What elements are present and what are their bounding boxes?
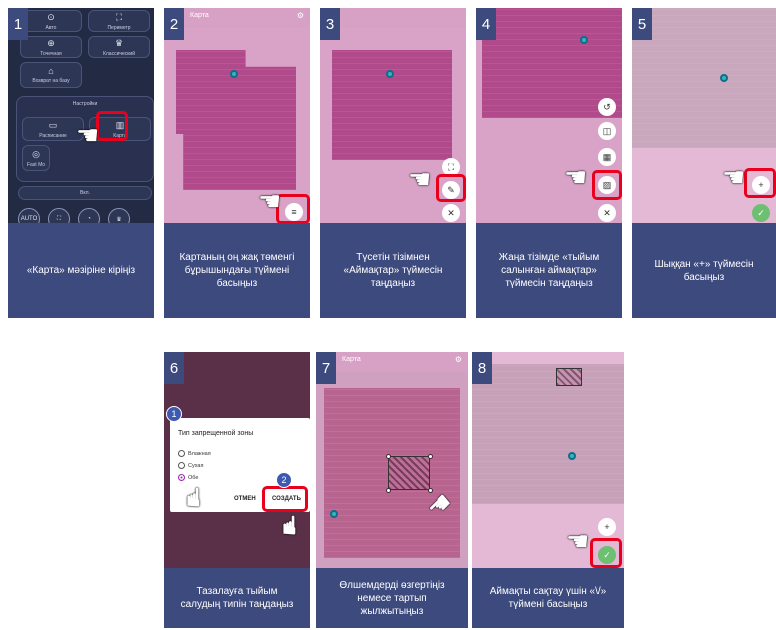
undo-icon[interactable]: ↺ — [598, 98, 616, 116]
close-icon[interactable]: ✕ — [442, 204, 460, 222]
step-4-screenshot: 4 ↺ ◫ ▦ ▨ ✕ ☚ — [476, 8, 622, 223]
pointing-hand-icon: ☚ — [564, 162, 588, 192]
option-both[interactable]: Обе — [178, 474, 198, 481]
no-go-zone — [556, 368, 582, 386]
map-header: Карта ⚙ — [164, 8, 310, 28]
on-toggle[interactable]: Вкл. — [18, 186, 152, 200]
step-5: 5 + ✓ ☚ Шыққан «+» түймесін басыңыз — [632, 8, 776, 318]
classic-mode-icon[interactable]: ♛ — [108, 208, 130, 223]
tile-classic[interactable]: ♛ Классический — [88, 36, 150, 58]
floor-map — [332, 50, 452, 160]
resize-handle[interactable] — [386, 454, 391, 459]
step-number: 8 — [472, 352, 492, 384]
step-2-screenshot: 2 Карта ⚙ ≡ ☚ — [164, 8, 310, 223]
gear-icon[interactable]: ⚙ — [297, 11, 304, 20]
no-go-zone[interactable] — [388, 456, 430, 490]
floor-map — [632, 8, 776, 148]
dock-icon — [568, 452, 576, 460]
pointing-hand-icon: ☚ — [76, 120, 100, 150]
split-icon[interactable]: ◫ — [598, 122, 616, 140]
step-caption: «Карта» мәзіріне кіріңіз — [8, 223, 154, 318]
step-number: 2 — [164, 8, 184, 40]
step-caption: Түсетін тізімнен «Аймақтар» түймесін таң… — [320, 223, 466, 318]
step-3: 3 ⛶ ✎ ✕ ☚ Түсетін тізімнен «Аймақтар» тү… — [320, 8, 466, 318]
room-icon[interactable]: ▦ — [598, 148, 616, 166]
step-8: 8 + ✓ ☚ Аймақты сақтау үшін «\/» түймені… — [472, 352, 624, 628]
header-title: Карта — [190, 12, 209, 19]
step-7-screenshot: 7 Карта ⚙ ☚ — [316, 352, 468, 568]
step-1: 1 ⊙ Авто ⛶ Периметр ⊕ Точечная ♛ Классически… — [8, 8, 154, 318]
highlight-create — [262, 486, 308, 512]
step-caption: Аймақты сақтау үшін «\/» түймені басыңыз — [472, 568, 624, 628]
dock-icon — [330, 510, 338, 518]
floor-map — [472, 364, 624, 504]
step-1-screenshot: 1 ⊙ Авто ⛶ Периметр ⊕ Точечная ♛ Классически… — [8, 8, 154, 223]
step-3-screenshot: 3 ⛶ ✎ ✕ ☚ — [320, 8, 466, 223]
gear-icon[interactable]: ⚙ — [455, 355, 462, 364]
plus-icon[interactable]: + — [598, 518, 616, 536]
step-4: 4 ↺ ◫ ▦ ▨ ✕ ☚ Жаңа тізімде «тыйым салынғ… — [476, 8, 622, 318]
perimeter-mode-icon[interactable]: ⛶ — [48, 208, 70, 223]
tile-auto[interactable]: ⊙ Авто — [20, 10, 82, 32]
fast-mode-button[interactable]: ◎ Fast Mo — [22, 145, 50, 171]
step-6: 6 Тип запрещенной зоны Влажная Сухая Обе… — [164, 352, 310, 628]
radio-icon[interactable] — [178, 450, 185, 457]
spot-mode-icon[interactable]: ◔ — [78, 208, 100, 223]
step-number: 4 — [476, 8, 496, 40]
pointing-hand-icon: ☚ — [408, 164, 432, 194]
pointing-hand-icon: ☚ — [722, 162, 746, 192]
step-number: 1 — [8, 8, 28, 40]
highlight-zones — [436, 174, 466, 202]
pointing-hand-icon: ☚ — [274, 513, 305, 537]
step-6-screenshot: 6 Тип запрещенной зоны Влажная Сухая Обе… — [164, 352, 310, 568]
schedule-button[interactable]: ▭ Расписание — [22, 117, 84, 141]
highlight-no-go — [592, 170, 622, 200]
badge-1: 1 — [166, 406, 182, 422]
pointing-hand-icon: ☚ — [566, 526, 590, 556]
dock-icon — [386, 70, 394, 78]
resize-handle[interactable] — [386, 488, 391, 493]
step-caption: Өлшемдерді өзгертіңіз немесе тартып жылж… — [316, 568, 468, 628]
step-number: 5 — [632, 8, 652, 40]
dock-icon — [230, 70, 238, 78]
tile-return-to-base[interactable]: ⌂ Возврат на базу — [20, 62, 82, 88]
step-number: 6 — [164, 352, 184, 384]
step-caption: Шыққан «+» түймесін басыңыз — [632, 223, 776, 318]
header-title: Карта — [342, 356, 361, 363]
option-dry[interactable]: Сухая — [178, 462, 203, 469]
step-7: 7 Карта ⚙ ☚ Өлшемдерді өзгертіңіз немесе… — [316, 352, 468, 628]
map-header — [320, 8, 466, 28]
dock-icon — [580, 36, 588, 44]
step-number: 3 — [320, 8, 340, 40]
map-header: Карта ⚙ — [316, 352, 468, 372]
dialog-title: Тип запрещенной зоны — [178, 430, 254, 437]
step-number: 7 — [316, 352, 336, 384]
radio-selected-icon[interactable] — [178, 474, 185, 481]
tile-spot[interactable]: ⊕ Точечная — [20, 36, 82, 58]
pointing-hand-icon: ☚ — [178, 485, 209, 509]
highlight-plus — [744, 168, 776, 198]
step-caption: Картаның оң жақ төменгі бұрышындағы түйм… — [164, 223, 310, 318]
check-icon[interactable]: ✓ — [752, 204, 770, 222]
dock-icon — [720, 74, 728, 82]
step-caption: Жаңа тізімде «тыйым салынған аймақтар» т… — [476, 223, 622, 318]
cancel-button[interactable]: ОТМЕН — [234, 496, 256, 502]
highlight-confirm — [590, 538, 622, 568]
radio-icon[interactable] — [178, 462, 185, 469]
option-wet[interactable]: Влажная — [178, 450, 211, 457]
step-2: 2 Карта ⚙ ≡ ☚ Картаның оң жақ төменгі бұ… — [164, 8, 310, 318]
highlight-map — [96, 111, 128, 141]
step-8-screenshot: 8 + ✓ ☚ — [472, 352, 624, 568]
settings-title: Настройки — [72, 101, 98, 107]
step-5-screenshot: 5 + ✓ ☚ — [632, 8, 776, 223]
pointing-hand-icon: ☚ — [258, 186, 282, 216]
resize-handle[interactable] — [428, 454, 433, 459]
auto-mode-button[interactable]: AUTO — [18, 208, 40, 223]
tile-perimeter[interactable]: ⛶ Периметр — [88, 10, 150, 32]
badge-2: 2 — [276, 472, 292, 488]
close-icon[interactable]: ✕ — [598, 204, 616, 222]
step-caption: Тазалауға тыйым салудың типін таңдаңыз — [164, 568, 310, 628]
